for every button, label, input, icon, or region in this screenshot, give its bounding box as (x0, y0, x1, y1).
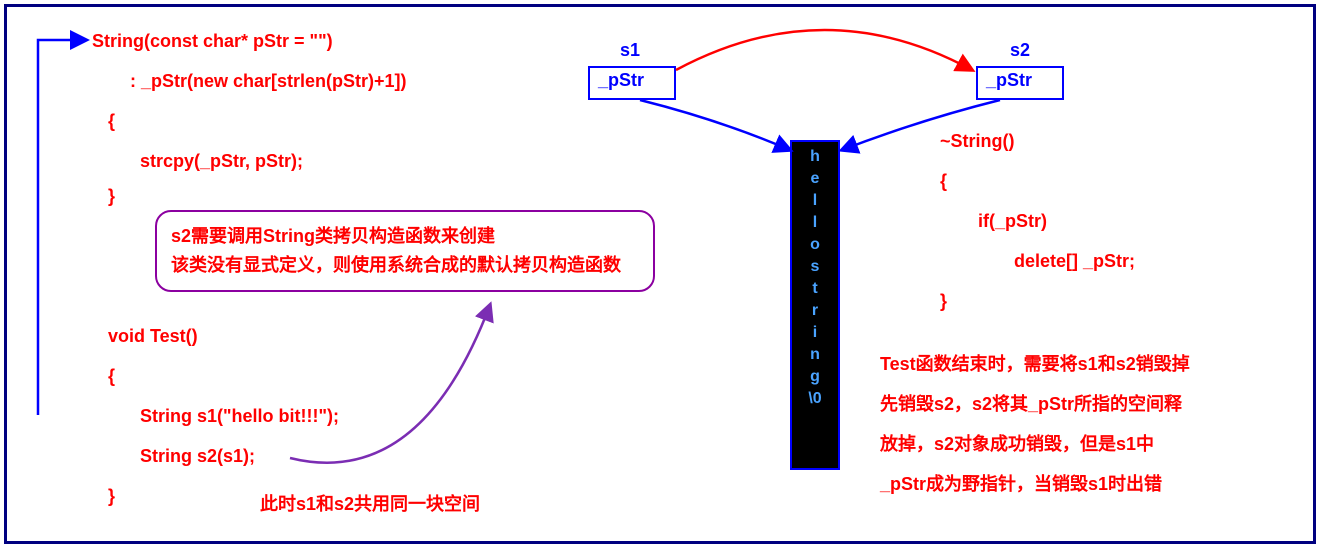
dtor-body: delete[] _pStr; (1014, 250, 1135, 273)
mem-char: e (792, 168, 838, 190)
note-destroy-2: 先销毁s2，s2将其_pStr所指的空间释 (880, 390, 1182, 416)
ctor-init: : _pStr(new char[strlen(pStr)+1]) (130, 70, 407, 93)
mem-char: l (792, 190, 838, 212)
test-open-brace: { (108, 365, 115, 388)
callout-box: s2需要调用String类拷贝构造函数来创建 该类没有显式定义，则使用系统合成的… (155, 210, 655, 292)
note-shared-space: 此时s1和s2共用同一块空间 (260, 490, 480, 516)
s1-label: s1 (620, 40, 640, 61)
s1-box-text: _pStr (590, 68, 674, 93)
test-signature: void Test() (108, 325, 198, 348)
test-close-brace: } (108, 485, 115, 508)
ctor-signature: String(const char* pStr = "") (92, 30, 333, 53)
mem-char: \0 (792, 388, 838, 410)
note-destroy-3: 放掉，s2对象成功销毁，但是s1中 (880, 430, 1154, 456)
dtor-open-brace: { (940, 170, 947, 193)
ctor-body: strcpy(_pStr, pStr); (140, 150, 303, 173)
test-s1-line: String s1("hello bit!!!"); (140, 405, 339, 428)
dtor-close-brace: } (940, 290, 947, 313)
dtor-signature: ~String() (940, 130, 1015, 153)
dtor-cond: if(_pStr) (978, 210, 1047, 233)
callout-line-1: s2需要调用String类拷贝构造函数来创建 (171, 222, 639, 251)
memory-block: h e l l o s t r i n g \0 (790, 140, 840, 470)
mem-char: t (792, 278, 838, 300)
mem-char: n (792, 344, 838, 366)
mem-char: l (792, 212, 838, 234)
ctor-close-brace: } (108, 185, 115, 208)
mem-char: i (792, 322, 838, 344)
mem-char: o (792, 234, 838, 256)
test-s2-line: String s2(s1); (140, 445, 255, 468)
ctor-open-brace: { (108, 110, 115, 133)
callout-line-2: 该类没有显式定义，则使用系统合成的默认拷贝构造函数 (171, 251, 639, 280)
note-destroy-4: _pStr成为野指针，当销毁s1时出错 (880, 470, 1162, 496)
mem-char: s (792, 256, 838, 278)
mem-char: h (792, 146, 838, 168)
s2-box-text: _pStr (978, 68, 1062, 93)
mem-char: r (792, 300, 838, 322)
s2-box: _pStr (976, 66, 1064, 100)
s1-box: _pStr (588, 66, 676, 100)
note-destroy-1: Test函数结束时，需要将s1和s2销毁掉 (880, 350, 1190, 376)
s2-label: s2 (1010, 40, 1030, 61)
mem-char: g (792, 366, 838, 388)
